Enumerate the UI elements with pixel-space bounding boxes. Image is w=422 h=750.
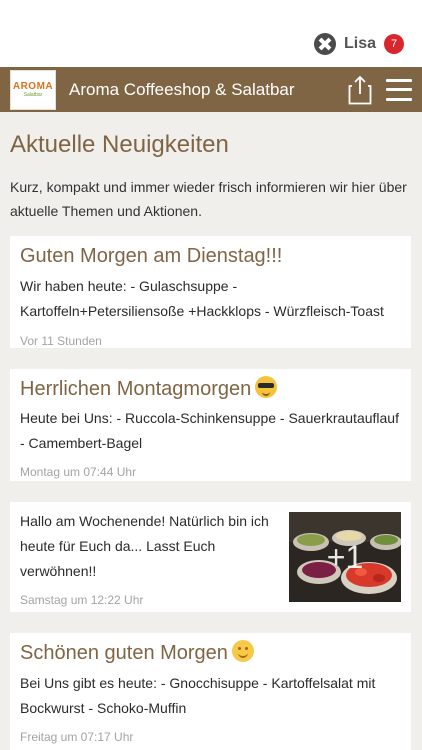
notification-badge[interactable]: 7	[384, 34, 404, 54]
page-intro: Kurz, kompakt und immer wieder frisch in…	[10, 179, 407, 219]
news-photo-thumbnail[interactable]: +1	[289, 512, 401, 602]
news-card-time: Montag um 07:44 Uhr	[20, 465, 137, 479]
top-bar: Lisa 7	[0, 0, 422, 67]
news-card-body: Wir haben heute: - Gulaschsuppe - Kartof…	[20, 278, 384, 319]
app-logo[interactable]: AROMA Salatbar	[10, 69, 56, 110]
user-logo-icon	[313, 33, 336, 55]
logo-text: AROMA	[12, 81, 54, 92]
news-card-time: Freitag um 07:17 Uhr	[20, 730, 134, 744]
app-header: AROMA Salatbar Aroma Coffeeshop & Salatb…	[0, 67, 422, 112]
app-title: Aroma Coffeeshop & Salatbar	[69, 79, 295, 99]
news-card-title: Herrlichen Montagmorgen	[20, 376, 401, 401]
news-card-title-text: Schönen guten Morgen	[20, 642, 228, 664]
news-section: Aktuelle Neuigkeiten Kurz, kompakt und i…	[10, 112, 412, 223]
user-name: Lisa	[343, 35, 376, 52]
share-button[interactable]	[348, 75, 372, 105]
news-card[interactable]: Schönen guten Morgen Bei Uns gibt es heu…	[10, 633, 411, 750]
news-card[interactable]: Guten Morgen am Dienstag!!! Wir haben he…	[10, 236, 411, 348]
news-card-body: Hallo am Wochenende! Natürlich bin ich h…	[20, 513, 269, 579]
news-card[interactable]: Herrlichen Montagmorgen Heute bei Uns: -…	[10, 369, 411, 481]
smiling-face-emoji-icon	[231, 640, 254, 662]
logo-subtext: Salatbar	[23, 92, 43, 98]
news-card-title-text: Herrlichen Montagmorgen	[20, 378, 252, 400]
hamburger-menu-icon[interactable]	[386, 78, 412, 101]
sunglasses-emoji-icon	[255, 376, 278, 398]
news-card-time: Vor 11 Stunden	[20, 334, 102, 348]
photo-more-count: +1	[326, 538, 364, 575]
news-card-title: Schönen guten Morgen	[20, 640, 401, 665]
news-card-title: Guten Morgen am Dienstag!!!	[20, 245, 283, 267]
share-icon	[348, 75, 372, 104]
news-card-body: Heute bei Uns: - Ruccola-Schinkensuppe -…	[20, 410, 399, 451]
user-account[interactable]: Lisa 7	[313, 32, 404, 56]
news-card-body: Bei Uns gibt es heute: - Gnocchisuppe - …	[20, 675, 376, 716]
news-card[interactable]: Hallo am Wochenende! Natürlich bin ich h…	[10, 502, 411, 612]
page-title: Aktuelle Neuigkeiten	[10, 131, 229, 158]
